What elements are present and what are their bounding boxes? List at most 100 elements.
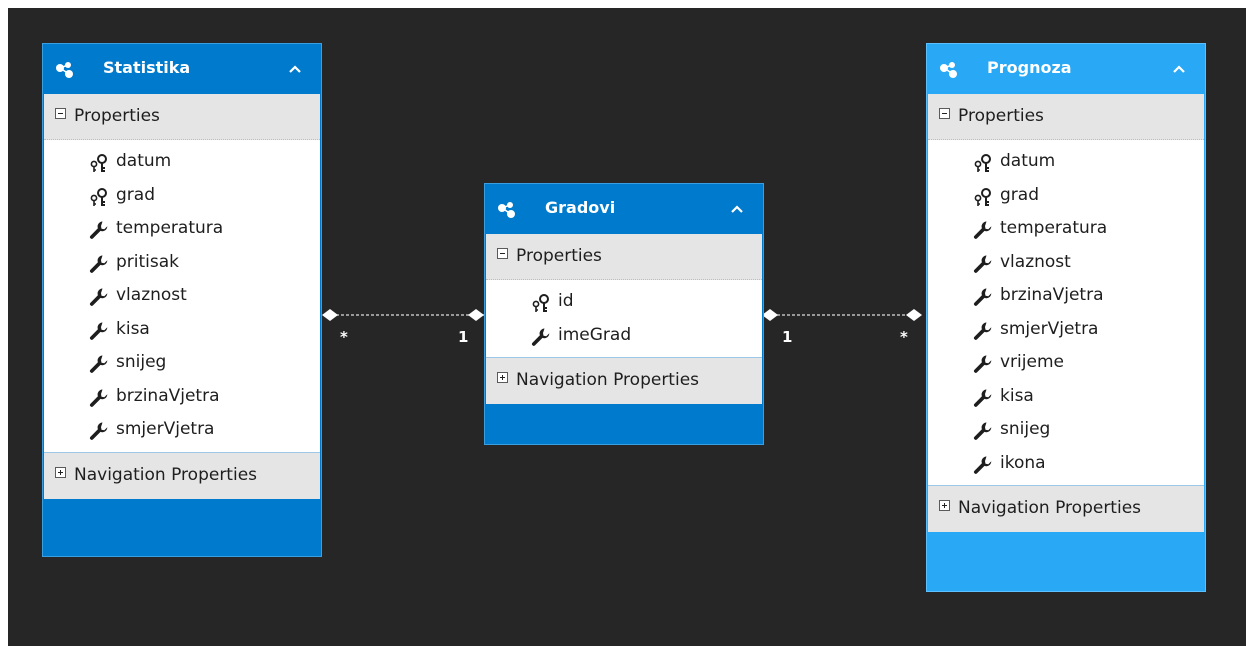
property-name: datum <box>116 151 172 171</box>
property-row[interactable]: brzinaVjetra <box>44 381 320 415</box>
properties-header[interactable]: Properties <box>486 234 762 280</box>
navigation-properties-header[interactable]: Navigation Properties <box>44 452 320 499</box>
multiplicity-label: * <box>900 328 908 346</box>
navigation-properties-section: Navigation Properties <box>44 451 320 499</box>
collapse-minus-icon[interactable] <box>55 108 66 119</box>
collapse-chevron-up-icon[interactable] <box>729 201 745 217</box>
entity-prognoza[interactable]: Prognoza Properties datum grad temperatura… <box>926 43 1206 592</box>
association-end-diamond <box>906 309 922 321</box>
properties-header[interactable]: Properties <box>44 94 320 140</box>
entity-header[interactable]: Gradovi <box>485 184 763 234</box>
entity-header[interactable]: Prognoza <box>927 44 1205 94</box>
expand-plus-icon[interactable] <box>497 372 508 383</box>
properties-label: Properties <box>74 106 160 126</box>
property-name: ikona <box>1000 452 1046 473</box>
property-name: kisa <box>116 318 150 339</box>
property-name: snijeg <box>116 352 167 372</box>
property-row[interactable]: snijeg <box>44 347 320 381</box>
wrench-icon <box>88 220 110 240</box>
navigation-properties-section: Navigation Properties <box>486 357 762 404</box>
property-name: snijeg <box>1000 419 1051 439</box>
navigation-properties-header[interactable]: Navigation Properties <box>928 486 1204 532</box>
property-name: smjerVjetra <box>116 419 215 439</box>
wrench-icon <box>972 321 994 341</box>
property-row[interactable]: pritisak <box>44 247 320 281</box>
multiplicity-label: * <box>340 328 348 346</box>
property-name: pritisak <box>116 251 180 272</box>
collapse-minus-icon[interactable] <box>939 108 950 119</box>
expand-plus-icon[interactable] <box>55 466 66 478</box>
association-end-diamond <box>322 309 338 321</box>
key-icon <box>88 187 110 207</box>
wrench-icon <box>88 388 110 408</box>
wrench-icon <box>88 287 110 307</box>
properties-section: Properties datum grad temperatura vlaznost b… <box>928 94 1204 485</box>
association-end-diamond <box>468 309 484 321</box>
property-row[interactable]: brzinaVjetra <box>928 280 1204 314</box>
properties-label: Properties <box>958 106 1044 126</box>
property-row[interactable]: temperatura <box>44 213 320 247</box>
property-row[interactable]: datum <box>928 146 1204 180</box>
property-row[interactable]: imeGrad <box>486 320 762 354</box>
property-name: id <box>558 291 574 311</box>
navigation-properties-label: Navigation Properties <box>958 498 1142 518</box>
property-row[interactable]: datum <box>44 146 320 180</box>
wrench-icon <box>972 455 994 475</box>
property-row[interactable]: snijeg <box>928 414 1204 448</box>
properties-header[interactable]: Properties <box>928 94 1204 140</box>
property-row[interactable]: ikona <box>928 448 1204 482</box>
entity-type-icon <box>940 62 957 78</box>
property-name: vrijeme <box>1000 352 1064 372</box>
wrench-icon <box>88 321 110 341</box>
expand-plus-icon[interactable] <box>939 500 950 511</box>
multiplicity-label: 1 <box>458 328 469 346</box>
property-row[interactable]: id <box>486 286 762 320</box>
properties-section: Properties id imeGrad <box>486 234 762 357</box>
property-name: temperatura <box>1000 218 1108 238</box>
property-name: brzinaVjetra <box>1000 285 1104 305</box>
property-row[interactable]: temperatura <box>928 213 1204 247</box>
property-name: temperatura <box>116 218 224 238</box>
wrench-icon <box>88 421 110 441</box>
property-row[interactable]: vlaznost <box>928 247 1204 281</box>
property-row[interactable]: grad <box>928 180 1204 214</box>
diagram-canvas[interactable]: * 1 1 * Statistika Properties datum grad t… <box>8 8 1246 646</box>
entity-gradovi[interactable]: Gradovi Properties id imeGrad Navigation … <box>484 183 764 445</box>
entity-title: Gradovi <box>545 198 616 217</box>
key-icon <box>530 293 552 313</box>
property-row[interactable]: vlaznost <box>44 280 320 314</box>
property-name: imeGrad <box>558 324 632 345</box>
property-row[interactable]: smjerVjetra <box>44 414 320 448</box>
wrench-icon <box>88 354 110 374</box>
entity-title: Statistika <box>103 58 191 77</box>
wrench-icon <box>972 287 994 307</box>
navigation-properties-label: Navigation Properties <box>74 464 258 485</box>
entity-type-icon <box>498 202 515 218</box>
collapse-minus-icon[interactable] <box>497 248 508 259</box>
property-row[interactable]: grad <box>44 180 320 214</box>
wrench-icon <box>972 254 994 274</box>
property-row[interactable]: kisa <box>928 381 1204 415</box>
key-icon <box>972 187 994 207</box>
collapse-chevron-up-icon[interactable] <box>287 61 303 77</box>
entity-title: Prognoza <box>987 58 1072 77</box>
wrench-icon <box>88 254 110 274</box>
wrench-icon <box>972 220 994 240</box>
wrench-icon <box>972 421 994 441</box>
wrench-icon <box>972 388 994 408</box>
navigation-properties-header[interactable]: Navigation Properties <box>486 358 762 404</box>
entity-header[interactable]: Statistika <box>43 44 321 94</box>
property-name: datum <box>1000 151 1056 171</box>
property-row[interactable]: kisa <box>44 314 320 348</box>
entity-statistika[interactable]: Statistika Properties datum grad temperatu… <box>42 43 322 557</box>
property-name: grad <box>116 184 155 205</box>
key-icon <box>972 153 994 173</box>
property-name: smjerVjetra <box>1000 318 1099 339</box>
property-row[interactable]: vrijeme <box>928 347 1204 381</box>
entity-type-icon <box>56 62 73 78</box>
property-row[interactable]: smjerVjetra <box>928 314 1204 348</box>
properties-section: Properties datum grad temperatura pritisak v… <box>44 94 320 452</box>
collapse-chevron-up-icon[interactable] <box>1171 61 1187 77</box>
property-list: datum grad temperatura vlaznost brzinaVjetra… <box>928 140 1204 485</box>
property-name: vlaznost <box>116 285 187 305</box>
